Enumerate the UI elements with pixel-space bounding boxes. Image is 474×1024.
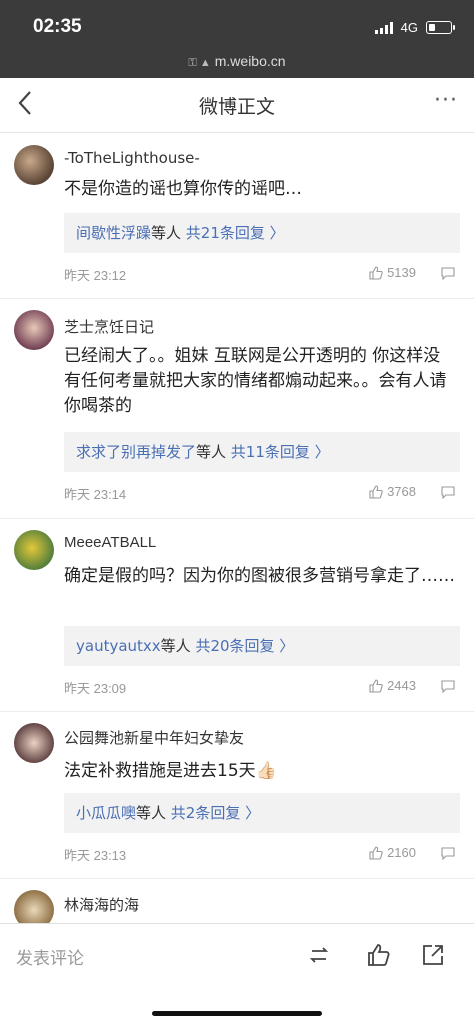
status-bar: 02:35 4G ⚿ ▲ m.weibo.cn [0,0,474,78]
reply-count: 共2条回复 〉 [170,804,261,822]
comment-time: 昨天 23:09 [64,681,127,696]
avatar[interactable] [14,310,54,350]
reply-count: 共20条回复 〉 [195,637,295,655]
thumbs-up-icon [369,845,383,860]
comment-meta: 昨天 23:14 3768 [64,484,456,504]
comment-text: 确定是假的吗？因为你的图被很多营销号拿走了…… [64,566,455,586]
reply-author: 小瓜瓜噢 [76,804,137,822]
repost-icon[interactable] [306,942,332,968]
lock-icon: ⚿ ▲ [188,57,211,69]
comment-icon[interactable] [440,846,456,860]
url-text: m.weibo.cn [214,53,286,69]
reply-mid: 等人 [151,224,186,242]
like-button[interactable]: 3768 [369,484,416,499]
comment-time: 昨天 23:12 [64,268,127,283]
comment-meta: 昨天 23:12 5139 [64,265,456,285]
comment-item: -ToTheLighthouse- 不是你造的谣也算你传的谣吧… 间歇性浮躁等人… [0,133,474,299]
comment-item: MeeeATBALL 确定是假的吗？因为你的图被很多营销号拿走了…… yauty… [0,518,474,712]
browser-url-bar[interactable]: ⚿ ▲ m.weibo.cn [0,53,474,70]
page-title: 微博正文 [198,96,275,118]
comment-input[interactable]: 发表评论 [16,944,84,969]
comment-text: 已经闹大了。。姐妹 互联网是公开透明的 你这样没有任何考量就把大家的情绪都煽动起… [64,346,447,416]
comment-author[interactable]: 公园舞池新星中年妇女挚友 [64,727,244,748]
comment-author[interactable]: 芝士烹饪日记 [64,316,154,337]
reply-summary[interactable]: 小瓜瓜噢等人 共2条回复 〉 [64,793,460,833]
reply-mid: 等人 [160,637,196,655]
comment-meta: 昨天 23:09 2443 [64,678,456,698]
reply-mid: 等人 [196,443,231,461]
comment-author[interactable]: -ToTheLighthouse- [64,149,200,167]
share-icon[interactable] [420,942,446,968]
reply-author: 间歇性浮躁 [76,224,152,242]
like-count: 3768 [387,484,416,499]
comment-author[interactable]: MeeeATBALL [64,534,156,551]
like-button[interactable]: 2443 [369,678,416,693]
reply-count: 共21条回复 〉 [185,224,285,242]
reply-summary[interactable]: 间歇性浮躁等人 共21条回复 〉 [64,213,460,253]
status-indicators: 4G [374,20,455,35]
reply-mid: 等人 [136,804,171,822]
bottom-action-bar: 发表评论 [0,923,474,1024]
comment-item: 公园舞池新星中年妇女挚友 法定补救措施是进去15天👍🏻 小瓜瓜噢等人 共2条回复… [0,711,474,879]
like-icon[interactable] [366,942,392,968]
like-count: 5139 [387,265,416,280]
reply-summary[interactable]: 求求了别再掉发了等人 共11条回复 〉 [64,432,460,472]
thumbs-up-icon [369,265,383,280]
comment-text: 法定补救措施是进去15天👍🏻 [64,761,277,781]
reply-author: yautyautxx [76,637,161,655]
like-count: 2160 [387,845,416,860]
home-indicator [152,1011,322,1016]
comment-text: 不是你造的谣也算你传的谣吧… [64,179,302,199]
signal-icon [374,21,393,34]
thumbs-up-icon [369,484,383,499]
comment-item: 芝士烹饪日记 已经闹大了。。姐妹 互联网是公开透明的 你这样没有任何考量就把大家… [0,298,474,519]
reply-summary[interactable]: yautyautxx等人 共20条回复 〉 [64,626,460,666]
comment-icon[interactable] [440,266,456,280]
avatar[interactable] [14,723,54,763]
battery-icon [426,21,455,34]
thumbs-up-icon [369,678,383,693]
comment-meta: 昨天 23:13 2160 [64,845,456,865]
comment-icon[interactable] [440,679,456,693]
status-time: 02:35 [33,16,82,37]
comment-time: 昨天 23:14 [64,487,127,502]
like-button[interactable]: 5139 [369,265,416,280]
top-nav: 微博正文 ··· [0,78,474,133]
reply-count: 共11条回复 〉 [230,443,330,461]
like-button[interactable]: 2160 [369,845,416,860]
comment-time: 昨天 23:13 [64,848,127,863]
avatar[interactable] [14,530,54,570]
like-count: 2443 [387,678,416,693]
more-icon[interactable]: ··· [434,88,458,113]
comment-icon[interactable] [440,485,456,499]
avatar[interactable] [14,145,54,185]
comment-author[interactable]: 林海海的海 [64,894,139,915]
reply-author: 求求了别再掉发了 [76,443,197,461]
network-label: 4G [400,20,418,35]
